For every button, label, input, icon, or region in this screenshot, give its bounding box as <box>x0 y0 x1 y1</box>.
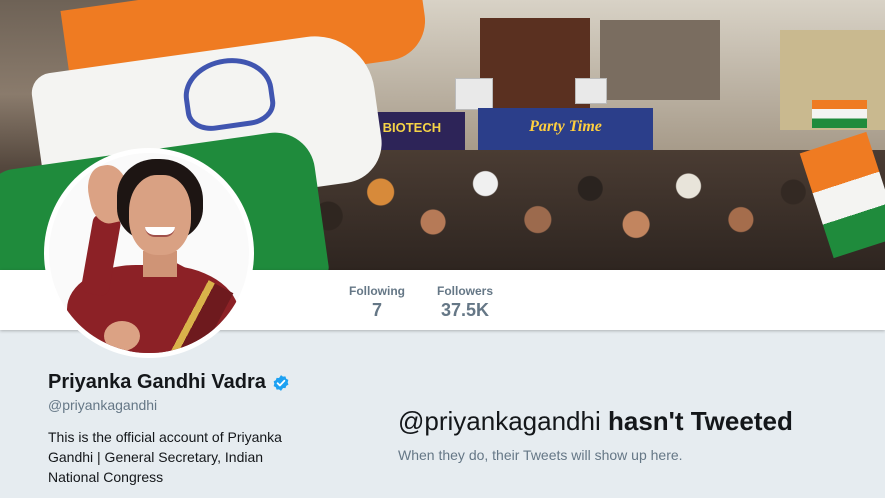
followers-count: 37.5K <box>440 300 490 320</box>
banner-ac-unit <box>575 78 607 104</box>
profile-bio: This is the official account of Priyanka… <box>48 429 282 485</box>
profile-avatar[interactable] <box>44 148 254 358</box>
empty-timeline-message: hasn't Tweeted <box>607 406 793 436</box>
empty-timeline-handle: @priyankagandhi <box>398 406 601 436</box>
empty-timeline-title: @priyankagandhi hasn't Tweeted <box>398 406 793 437</box>
followers-stat[interactable]: Followers 37.5K <box>432 284 498 321</box>
avatar-photo <box>49 153 249 353</box>
banner-building <box>480 18 590 108</box>
banner-building <box>600 20 720 100</box>
profile-name-row: Priyanka Gandhi Vadra <box>48 371 290 394</box>
following-label: Following <box>349 284 405 298</box>
followers-label: Followers <box>436 284 493 298</box>
verified-badge-icon[interactable] <box>272 374 290 392</box>
profile-handle[interactable]: @priyankagandhi <box>48 397 157 413</box>
banner-flag-small <box>812 100 867 128</box>
following-count: 7 <box>371 300 382 320</box>
empty-timeline-subtitle: When they do, their Tweets will show up … <box>398 447 683 463</box>
profile-name[interactable]: Priyanka Gandhi Vadra <box>48 371 266 394</box>
banner-shop-sign: Party Time <box>478 108 653 153</box>
following-stat[interactable]: Following 7 <box>346 284 408 321</box>
